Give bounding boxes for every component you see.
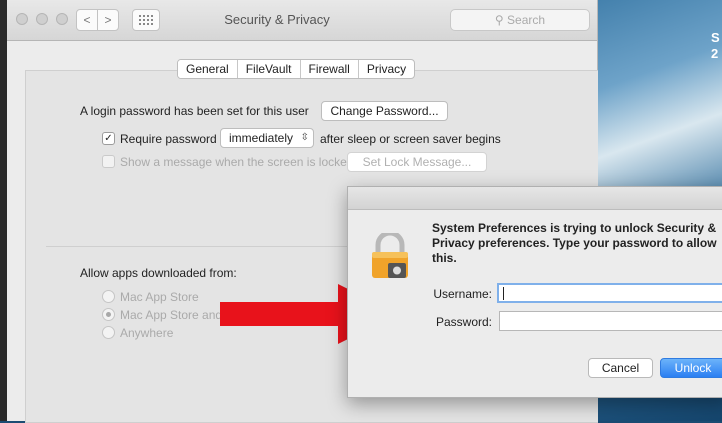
radio-mac-app-store-identified[interactable]: [102, 308, 115, 321]
back-chevron-icon: <: [83, 13, 91, 27]
title-bar: < > Security & Privacy ⚲ Search: [7, 0, 597, 41]
username-field[interactable]: [497, 283, 722, 303]
password-label: Password:: [435, 315, 492, 329]
require-password-select[interactable]: immediately ⇳: [220, 128, 314, 148]
require-password-label: Require password: [120, 132, 217, 146]
dialog-title-bar: [348, 187, 722, 210]
back-button[interactable]: <: [76, 9, 98, 31]
unlock-dialog: System Preferences is trying to unlock S…: [347, 186, 722, 398]
desktop-text-line2: 2: [711, 46, 719, 61]
password-field[interactable]: [499, 311, 722, 331]
cancel-button[interactable]: Cancel: [588, 358, 653, 378]
radio-mac-app-store[interactable]: [102, 290, 115, 303]
radio-label-mac-app-store-identified: Mac App Store and: [120, 308, 223, 322]
dialog-message: System Preferences is trying to unlock S…: [432, 221, 717, 265]
set-lock-message-button[interactable]: Set Lock Message...: [347, 152, 487, 172]
tab-firewall[interactable]: Firewall: [301, 60, 359, 78]
radio-anywhere[interactable]: [102, 326, 115, 339]
close-window-button[interactable]: [16, 13, 28, 25]
forward-chevron-icon: >: [104, 13, 112, 27]
zoom-window-button[interactable]: [56, 13, 68, 25]
require-password-checkbox[interactable]: ✓: [102, 132, 115, 145]
change-password-button[interactable]: Change Password...: [321, 101, 448, 121]
text-caret: [503, 287, 504, 300]
search-field[interactable]: ⚲ Search: [450, 9, 590, 31]
radio-label-anywhere: Anywhere: [120, 326, 174, 340]
radio-label-mac-app-store: Mac App Store: [120, 290, 199, 304]
search-placeholder: Search: [507, 13, 546, 27]
forward-button[interactable]: >: [97, 9, 119, 31]
lock-icon: [372, 233, 408, 278]
desktop-text-line1: S: [711, 30, 720, 45]
unlock-button[interactable]: Unlock: [660, 358, 722, 378]
left-edge-strip: [0, 0, 7, 421]
show-message-label: Show a message when the screen is locked: [120, 155, 354, 169]
after-sleep-text: after sleep or screen saver begins: [320, 132, 501, 146]
minimize-window-button[interactable]: [36, 13, 48, 25]
tab-bar: General FileVault Firewall Privacy: [177, 59, 416, 79]
select-arrows-icon: ⇳: [300, 132, 309, 143]
tab-general[interactable]: General: [178, 60, 238, 78]
username-label: Username:: [433, 287, 492, 301]
grid-icon: [139, 15, 153, 25]
search-icon: ⚲: [494, 13, 504, 27]
allow-apps-label: Allow apps downloaded from:: [80, 266, 237, 280]
window-title: Security & Privacy: [224, 12, 330, 27]
tab-privacy[interactable]: Privacy: [359, 60, 414, 78]
login-password-text: A login password has been set for this u…: [80, 104, 309, 118]
require-password-value: immediately: [229, 131, 294, 145]
show-message-checkbox[interactable]: [102, 155, 115, 168]
tab-filevault[interactable]: FileVault: [238, 60, 301, 78]
show-all-button[interactable]: [132, 9, 160, 31]
desktop-corner-text: S 2: [711, 30, 720, 62]
